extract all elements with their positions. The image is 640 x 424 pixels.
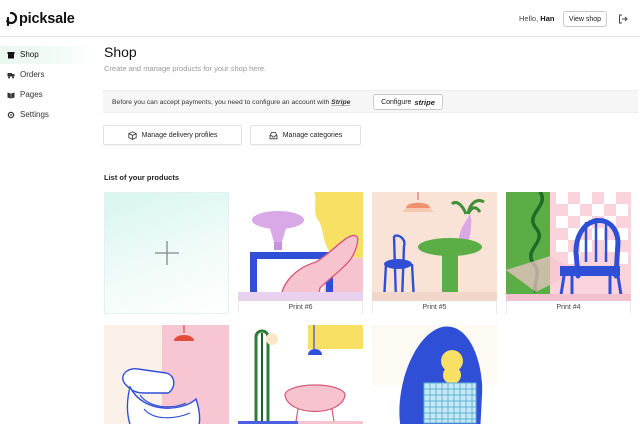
page-subtitle: Create and manage products for your shop… (104, 64, 267, 73)
product-card[interactable]: Print #6 (238, 192, 363, 314)
configure-stripe-button[interactable]: Configure stripe (373, 94, 443, 110)
sidebar-item-shop[interactable]: Shop (0, 46, 97, 64)
product-card[interactable] (238, 325, 363, 424)
product-name: Print #5 (372, 301, 497, 314)
sidebar: Shop Orders Pages Settings (0, 37, 97, 424)
logo-text: picksale (19, 11, 75, 27)
product-image (372, 192, 497, 301)
pages-icon (7, 92, 15, 99)
products-list-title: List of your products (104, 173, 179, 182)
stripe-link[interactable]: Stripe (331, 99, 350, 106)
product-card[interactable] (372, 325, 497, 424)
box-icon (127, 130, 137, 140)
stripe-logo: stripe (414, 97, 435, 107)
truck-icon (7, 73, 15, 79)
product-card[interactable] (104, 325, 229, 424)
manage-categories-label: Manage categories (282, 131, 343, 139)
sidebar-item-label: Orders (20, 70, 45, 79)
top-bar: picksale Hello, Han View shop (0, 0, 640, 37)
stripe-banner: Before you can accept payments, you need… (103, 90, 638, 113)
manage-categories-button[interactable]: Manage categories (250, 125, 361, 145)
manage-delivery-profiles-button[interactable]: Manage delivery profiles (103, 125, 242, 145)
product-image (372, 325, 497, 424)
sidebar-item-pages[interactable]: Pages (0, 86, 97, 104)
sidebar-item-label: Settings (20, 110, 49, 119)
greeting-text: Hello, (519, 14, 539, 23)
product-image (104, 325, 229, 424)
product-card[interactable]: Print #4 (506, 192, 631, 314)
configure-label: Configure (381, 98, 412, 106)
logo-icon (6, 12, 17, 26)
sidebar-item-label: Shop (20, 50, 39, 59)
logo[interactable]: picksale (5, 11, 75, 27)
product-card[interactable]: Print #5 (372, 192, 497, 314)
product-image (506, 192, 631, 301)
tray-icon (269, 131, 278, 139)
gear-icon (7, 111, 15, 119)
sidebar-item-orders[interactable]: Orders (0, 66, 97, 84)
product-name: Print #4 (506, 301, 631, 314)
product-name: Print #6 (238, 301, 363, 314)
product-image (238, 325, 363, 424)
manage-delivery-profiles-label: Manage delivery profiles (141, 131, 218, 139)
view-shop-button[interactable]: View shop (563, 11, 607, 27)
logout-icon[interactable] (617, 13, 629, 25)
plus-icon (154, 241, 179, 265)
page-title: Shop (104, 44, 137, 60)
product-image (238, 192, 363, 301)
greeting: Hello, Han (519, 14, 554, 23)
user-name: Han (540, 14, 555, 23)
shop-icon (7, 52, 15, 59)
sidebar-item-label: Pages (20, 90, 43, 99)
add-product-tile[interactable] (104, 192, 229, 314)
stripe-banner-message: Before you can accept payments, you need… (112, 99, 330, 106)
stripe-banner-text: Before you can accept payments, you need… (112, 99, 350, 106)
sidebar-item-settings[interactable]: Settings (0, 106, 97, 124)
